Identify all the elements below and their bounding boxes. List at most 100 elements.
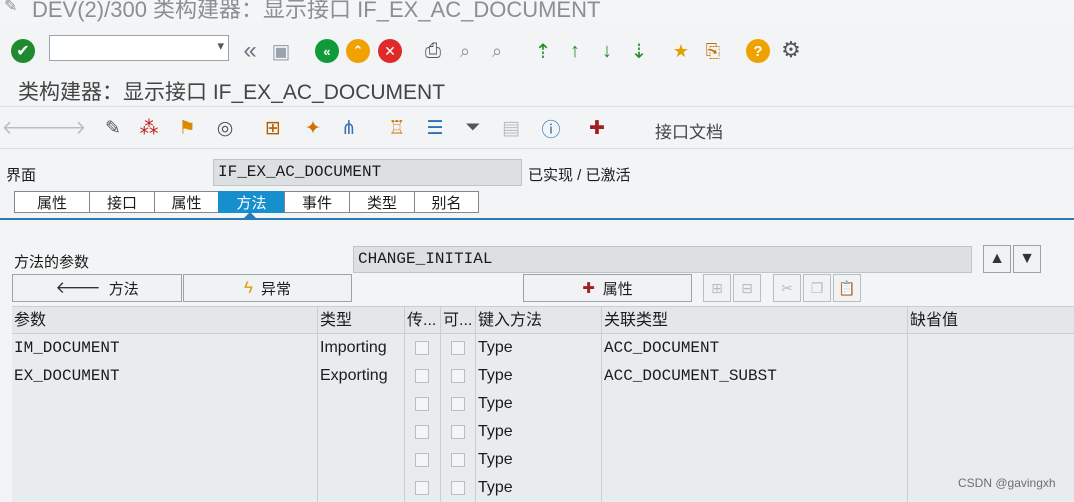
tab-aliases[interactable]: 别名 bbox=[414, 191, 479, 213]
parameter-cell[interactable] bbox=[12, 474, 318, 502]
exceptions-button[interactable]: ϟ 异常 bbox=[183, 274, 352, 302]
hierarchy-icon[interactable]: ♖ bbox=[384, 116, 410, 140]
methods-button[interactable]: 🡐 方法 bbox=[12, 274, 182, 302]
optional-cell[interactable] bbox=[441, 362, 476, 390]
check-icon[interactable]: ⁂ bbox=[136, 116, 162, 140]
command-field[interactable]: ▾ bbox=[49, 35, 229, 61]
interface-documentation-button[interactable]: 接口文档 bbox=[655, 118, 723, 143]
pass-by-value-cell[interactable] bbox=[405, 446, 441, 474]
table-row[interactable]: Type bbox=[12, 390, 1074, 418]
pass-by-value-cell[interactable] bbox=[405, 474, 441, 502]
chevron-down-icon[interactable]: ▾ bbox=[217, 38, 224, 54]
outline-icon[interactable]: ☰ bbox=[422, 116, 448, 140]
column-header-associated-type[interactable]: 关联类型 bbox=[602, 307, 908, 335]
magic-wand-icon[interactable]: ✦ bbox=[300, 116, 326, 140]
table-row[interactable]: IM_DOCUMENT Importing Type ACC_DOCUMENT bbox=[12, 334, 1074, 362]
optional-checkbox[interactable] bbox=[450, 425, 465, 439]
cut-icon[interactable]: ✂ bbox=[773, 274, 801, 302]
parameter-cell[interactable] bbox=[12, 390, 318, 418]
insert-row-icon[interactable]: ⊞ bbox=[703, 274, 731, 302]
settings-gear-icon[interactable]: ⚙ bbox=[778, 37, 804, 63]
pass-by-value-cell[interactable] bbox=[405, 418, 441, 446]
column-header-parameter[interactable]: 参数 bbox=[12, 307, 318, 335]
enhancement-icon[interactable]: ✚ bbox=[584, 116, 610, 140]
enter-check-icon[interactable]: ✔ bbox=[11, 39, 35, 63]
first-page-icon[interactable]: ⇡ bbox=[530, 38, 556, 64]
default-value-cell[interactable] bbox=[908, 446, 1074, 474]
table-row[interactable]: Type bbox=[12, 446, 1074, 474]
optional-cell[interactable] bbox=[441, 334, 476, 362]
interface-name-field[interactable]: IF_EX_AC_DOCUMENT bbox=[213, 159, 522, 186]
associated-type-cell[interactable]: ACC_DOCUMENT_SUBST bbox=[602, 362, 908, 390]
paste-icon[interactable]: 📋 bbox=[833, 274, 861, 302]
optional-checkbox[interactable] bbox=[450, 369, 465, 383]
cancel-icon[interactable]: ✕ bbox=[378, 39, 402, 63]
pass-by-value-checkbox[interactable] bbox=[415, 425, 429, 439]
column-header-typing[interactable]: 键入方法 bbox=[476, 307, 602, 335]
type-cell[interactable]: Importing bbox=[318, 334, 405, 362]
typing-cell[interactable]: Type bbox=[476, 362, 602, 390]
column-header-pass-value[interactable]: 传... bbox=[405, 307, 441, 335]
associated-type-cell[interactable] bbox=[602, 446, 908, 474]
optional-checkbox[interactable] bbox=[450, 481, 465, 495]
help-icon[interactable]: ? bbox=[746, 39, 770, 63]
column-header-type[interactable]: 类型 bbox=[318, 307, 405, 335]
associated-type-cell[interactable] bbox=[602, 474, 908, 502]
where-used-icon[interactable]: ◎ bbox=[212, 116, 238, 140]
find-next-icon[interactable]: ⌕ bbox=[484, 38, 510, 64]
collapse-left-icon[interactable]: « bbox=[236, 37, 264, 64]
optional-cell[interactable] bbox=[441, 474, 476, 502]
parameter-cell[interactable] bbox=[12, 418, 318, 446]
method-name-field[interactable]: CHANGE_INITIAL bbox=[353, 246, 972, 273]
associated-type-cell[interactable] bbox=[602, 390, 908, 418]
tab-events[interactable]: 事件 bbox=[284, 191, 349, 213]
attributes-button[interactable]: ✚ 属性 bbox=[523, 274, 692, 302]
parameter-cell[interactable] bbox=[12, 446, 318, 474]
tab-attributes[interactable]: 属性 bbox=[154, 191, 218, 213]
tab-types[interactable]: 类型 bbox=[349, 191, 414, 213]
pass-by-value-cell[interactable] bbox=[405, 334, 441, 362]
optional-checkbox[interactable] bbox=[450, 341, 465, 355]
next-method-icon[interactable]: ▼ bbox=[1013, 245, 1041, 273]
optional-checkbox[interactable] bbox=[450, 397, 465, 411]
last-page-icon[interactable]: ⇣ bbox=[626, 38, 652, 64]
next-page-icon[interactable]: ↓ bbox=[594, 38, 620, 64]
associated-type-cell[interactable] bbox=[602, 418, 908, 446]
info-icon[interactable]: ⓘ bbox=[538, 116, 564, 141]
type-cell[interactable]: Exporting bbox=[318, 362, 405, 390]
previous-method-icon[interactable]: ▲ bbox=[983, 245, 1011, 273]
default-value-cell[interactable] bbox=[908, 334, 1074, 362]
type-cell[interactable] bbox=[318, 474, 405, 502]
optional-cell[interactable] bbox=[441, 418, 476, 446]
exit-icon[interactable]: ⌃ bbox=[346, 39, 370, 63]
forward-arrow-icon[interactable]: 🡒 bbox=[36, 116, 87, 140]
associated-type-cell[interactable]: ACC_DOCUMENT bbox=[602, 334, 908, 362]
list-view-icon[interactable]: ▤ bbox=[498, 116, 524, 140]
typing-cell[interactable]: Type bbox=[476, 446, 602, 474]
column-header-optional[interactable]: 可... bbox=[441, 307, 476, 335]
parameter-cell[interactable]: EX_DOCUMENT bbox=[12, 362, 318, 390]
type-cell[interactable] bbox=[318, 418, 405, 446]
pass-by-value-checkbox[interactable] bbox=[415, 453, 429, 467]
table-row[interactable]: EX_DOCUMENT Exporting Type ACC_DOCUMENT_SUB… bbox=[12, 362, 1074, 390]
pass-by-value-cell[interactable] bbox=[405, 362, 441, 390]
back-icon[interactable]: « bbox=[315, 39, 339, 63]
column-header-default-value[interactable]: 缺省值 bbox=[908, 307, 1074, 335]
print-icon[interactable]: ⎙ bbox=[420, 38, 446, 64]
type-cell[interactable] bbox=[318, 446, 405, 474]
pass-by-value-cell[interactable] bbox=[405, 390, 441, 418]
tab-interfaces[interactable]: 接口 bbox=[89, 191, 154, 213]
new-session-icon[interactable]: ★ bbox=[668, 38, 694, 64]
copy-icon[interactable]: ❐ bbox=[803, 274, 831, 302]
navigation-icon[interactable]: ⋔ bbox=[336, 116, 362, 140]
pass-by-value-checkbox[interactable] bbox=[415, 397, 429, 411]
parameter-cell[interactable]: IM_DOCUMENT bbox=[12, 334, 318, 362]
previous-page-icon[interactable]: ↑ bbox=[562, 38, 588, 64]
shortcut-icon[interactable]: ⎘ bbox=[700, 38, 726, 64]
pass-by-value-checkbox[interactable] bbox=[415, 369, 429, 383]
type-cell[interactable] bbox=[318, 390, 405, 418]
optional-cell[interactable] bbox=[441, 446, 476, 474]
tab-methods[interactable]: 方法 bbox=[218, 191, 284, 213]
save-icon[interactable]: ▣ bbox=[268, 38, 294, 64]
pass-by-value-checkbox[interactable] bbox=[415, 341, 429, 355]
